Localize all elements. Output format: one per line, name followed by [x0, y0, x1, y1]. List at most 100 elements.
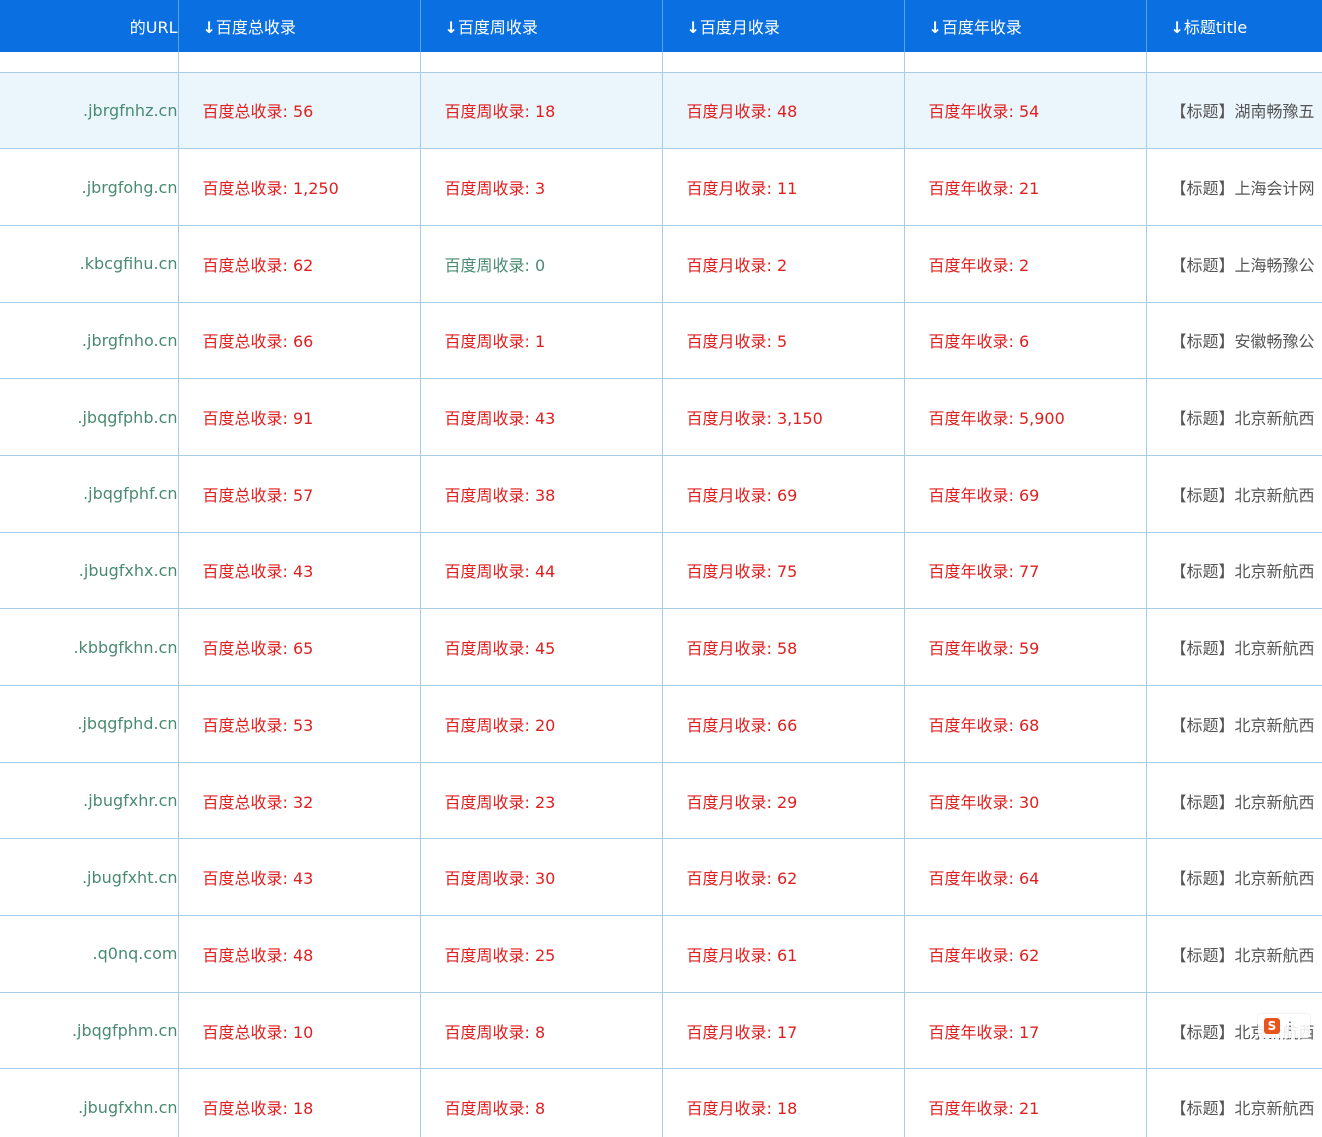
url-link[interactable]: .jbugfxhr.cn [83, 791, 177, 810]
month-index-cell: 百度月收录: 75 [662, 532, 905, 610]
month-index-cell: 百度月收录: 18 [662, 1068, 905, 1137]
url-cell[interactable]: .jbqgfphd.cn [0, 685, 179, 763]
title-cell: 【标题】北京新航西 [1146, 532, 1322, 610]
table-row: .kbcgfihu.cn 百度总收录: 62 百度周收录: 0 百度月收录: 2 百度年… [0, 225, 1322, 303]
week-index-cell: 百度周收录: 45 [420, 608, 663, 686]
url-cell[interactable]: .jbqgfphm.cn [0, 992, 179, 1070]
url-cell[interactable]: .kbcgfihu.cn [0, 225, 179, 303]
week-index-cell: 百度周收录: 44 [420, 532, 663, 610]
table-row: .jbqgfphm.cn 百度总收录: 10 百度周收录: 8 百度月收录: 17 百度… [0, 992, 1322, 1070]
url-link[interactable]: .jbqgfphf.cn [83, 484, 177, 503]
table-row: .jbugfxhx.cn 百度总收录: 43 百度周收录: 44 百度月收录: 75 百… [0, 532, 1322, 610]
url-cell[interactable]: .jbugfxhn.cn [0, 1068, 179, 1137]
url-cell[interactable]: .jbqgfphf.cn [0, 455, 179, 533]
url-cell[interactable]: .jbrgfohg.cn [0, 148, 179, 226]
url-cell[interactable]: .jbugfxht.cn [0, 838, 179, 917]
month-index-cell: 百度月收录: 2 [662, 225, 905, 303]
table-row: .jbqgfphf.cn 百度总收录: 57 百度周收录: 38 百度月收录: 69 百… [0, 455, 1322, 533]
url-link[interactable]: .jbugfxht.cn [82, 868, 177, 887]
title-cell: 【标题】北京新航西 [1146, 762, 1322, 840]
header-week-sort[interactable]: ↓百度周收录 [420, 0, 663, 52]
total-index-cell: 百度总收录: 1,250 [178, 148, 421, 226]
year-index-cell: 百度年收录: 59 [904, 608, 1147, 686]
url-cell[interactable]: .jbrgfnho.cn [0, 302, 179, 380]
url-cell[interactable]: .kbbgfkhn.cn [0, 608, 179, 686]
year-index-cell: 百度年收录: 62 [904, 915, 1147, 993]
table-spacer-row [0, 52, 1322, 73]
week-index-cell: 百度周收录: 0 [420, 225, 663, 303]
spacer-cell [0, 52, 179, 73]
header-week-label: 百度周收录 [457, 18, 538, 37]
total-index-cell: 百度总收录: 62 [178, 225, 421, 303]
year-index-cell: 百度年收录: 21 [904, 148, 1147, 226]
year-index-cell: 百度年收录: 2 [904, 225, 1147, 303]
title-cell: 【标题】安徽畅豫公 [1146, 302, 1322, 380]
week-index-cell: 百度周收录: 20 [420, 685, 663, 763]
total-index-cell: 百度总收录: 48 [178, 915, 421, 993]
url-cell[interactable]: .jbrgfnhz.cn [0, 72, 179, 150]
url-cell[interactable]: .jbugfxhr.cn [0, 762, 179, 840]
header-total-label: 百度总收录 [215, 18, 296, 37]
title-cell: 【标题】北京新航西 [1146, 1068, 1322, 1137]
url-link[interactable]: .jbqgfphd.cn [77, 714, 177, 733]
header-url-sort[interactable]: 的URL [0, 0, 179, 52]
header-month-label: 百度月收录 [699, 18, 780, 37]
week-index-cell: 百度周收录: 43 [420, 378, 663, 456]
table-body: .jbrgfnhz.cn 百度总收录: 56 百度周收录: 18 百度月收录: 48 百… [0, 52, 1322, 1137]
title-cell: 【标题】北京新航西 [1146, 608, 1322, 686]
header-year-label: 百度年收录 [941, 18, 1022, 37]
sort-arrow-icon: ↓ [928, 18, 942, 37]
table-header-row: 的URL ↓百度总收录 ↓百度周收录 ↓百度月收录 ↓百度年收录 ↓标题title [0, 0, 1322, 52]
total-index-cell: 百度总收录: 56 [178, 72, 421, 150]
url-link[interactable]: .q0nq.com [93, 944, 177, 963]
total-index-cell: 百度总收录: 53 [178, 685, 421, 763]
month-index-cell: 百度月收录: 66 [662, 685, 905, 763]
header-year-sort[interactable]: ↓百度年收录 [904, 0, 1147, 52]
total-index-cell: 百度总收录: 91 [178, 378, 421, 456]
month-index-cell: 百度月收录: 3,150 [662, 378, 905, 456]
floating-toolbar-badge[interactable]: S ⋮ [1258, 1014, 1310, 1038]
spacer-cell [420, 52, 663, 73]
url-link[interactable]: .jbqgfphm.cn [72, 1021, 177, 1040]
url-link[interactable]: .jbugfxhx.cn [79, 561, 177, 580]
url-link[interactable]: .jbqgfphb.cn [77, 408, 177, 427]
title-cell: 【标题】北京新航西 [1146, 838, 1322, 917]
week-index-cell: 百度周收录: 38 [420, 455, 663, 533]
month-index-cell: 百度月收录: 48 [662, 72, 905, 150]
header-title-sort[interactable]: ↓标题title [1146, 0, 1322, 52]
url-link[interactable]: .jbrgfnho.cn [82, 331, 177, 350]
month-index-cell: 百度月收录: 58 [662, 608, 905, 686]
week-index-cell: 百度周收录: 30 [420, 838, 663, 917]
url-link[interactable]: .jbugfxhn.cn [78, 1098, 177, 1117]
url-link[interactable]: .jbrgfnhz.cn [83, 101, 177, 120]
url-link[interactable]: .jbrgfohg.cn [82, 178, 177, 197]
total-index-cell: 百度总收录: 65 [178, 608, 421, 686]
header-total-sort[interactable]: ↓百度总收录 [178, 0, 421, 52]
year-index-cell: 百度年收录: 6 [904, 302, 1147, 380]
url-cell[interactable]: .jbugfxhx.cn [0, 532, 179, 610]
url-link[interactable]: .kbcgfihu.cn [80, 254, 177, 273]
total-index-cell: 百度总收录: 10 [178, 992, 421, 1070]
url-cell[interactable]: .jbqgfphb.cn [0, 378, 179, 456]
month-index-cell: 百度月收录: 61 [662, 915, 905, 993]
url-cell[interactable]: .q0nq.com [0, 915, 179, 993]
total-index-cell: 百度总收录: 66 [178, 302, 421, 380]
week-index-cell: 百度周收录: 8 [420, 992, 663, 1070]
more-options-icon[interactable]: ⋮ [1284, 1020, 1296, 1032]
title-cell: 【标题】北京新航西 [1146, 455, 1322, 533]
title-cell: 【标题】北京新航西 [1146, 378, 1322, 456]
s-logo-icon[interactable]: S [1264, 1018, 1280, 1034]
table-row: .jbrgfnhz.cn 百度总收录: 56 百度周收录: 18 百度月收录: 48 百… [0, 72, 1322, 150]
header-month-sort[interactable]: ↓百度月收录 [662, 0, 905, 52]
total-index-cell: 百度总收录: 18 [178, 1068, 421, 1137]
year-index-cell: 百度年收录: 17 [904, 992, 1147, 1070]
sort-arrow-icon: ↓ [1170, 18, 1184, 37]
total-index-cell: 百度总收录: 57 [178, 455, 421, 533]
header-url-label: 的URL [129, 18, 178, 37]
url-link[interactable]: .kbbgfkhn.cn [73, 638, 177, 657]
table-row: .kbbgfkhn.cn 百度总收录: 65 百度周收录: 45 百度月收录: 58 百… [0, 608, 1322, 686]
table-row: .jbugfxht.cn 百度总收录: 43 百度周收录: 30 百度月收录: 62 百… [0, 838, 1322, 917]
total-index-cell: 百度总收录: 43 [178, 838, 421, 917]
title-cell: 【标题】上海畅豫公 [1146, 225, 1322, 303]
week-index-cell: 百度周收录: 1 [420, 302, 663, 380]
